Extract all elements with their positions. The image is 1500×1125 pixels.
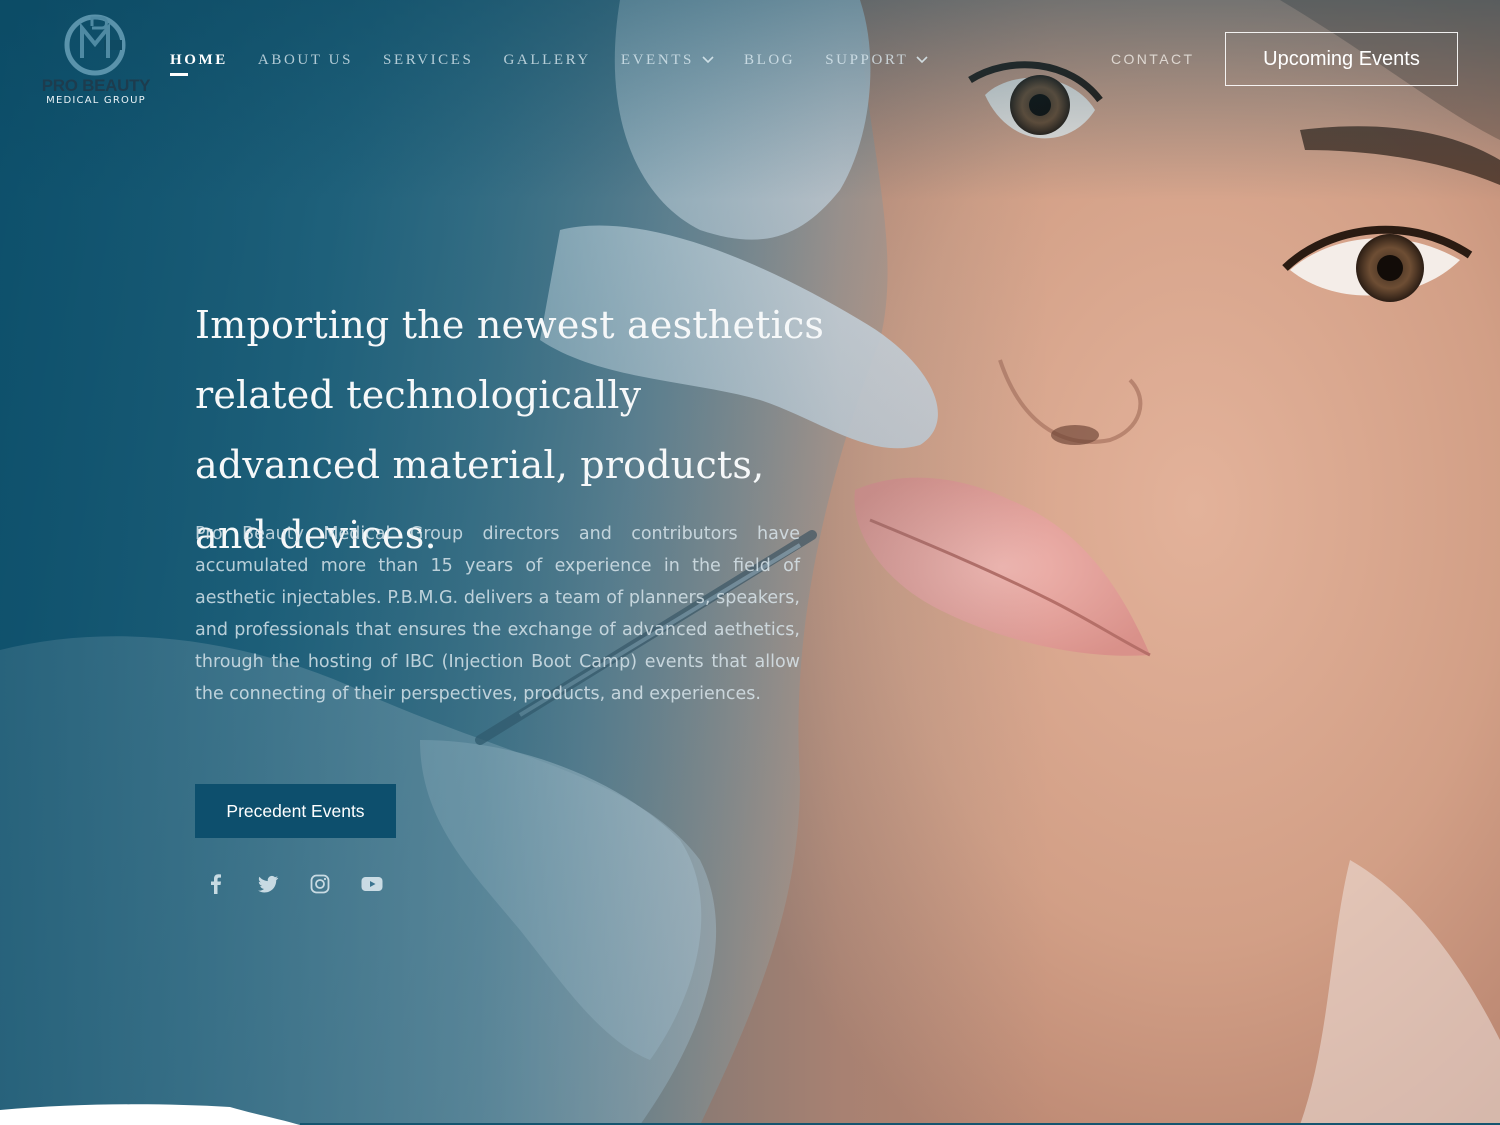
instagram-icon (310, 874, 330, 894)
youtube-icon (361, 877, 383, 891)
nav-item-gallery[interactable]: GALLERY (503, 49, 590, 71)
main-navigation: HOME ABOUT US SERVICES GALLERY EVENTS BL… (170, 49, 958, 76)
logo-tagline: MEDICAL GROUP (46, 95, 146, 106)
nav-contact-link[interactable]: CONTACT (1111, 51, 1194, 67)
precedent-events-button[interactable]: Precedent Events (195, 784, 396, 838)
youtube-link[interactable] (360, 872, 384, 896)
site-logo[interactable]: PRO BEAUTY MEDICAL GROUP (38, 12, 154, 112)
nav-item-label: BLOG (743, 51, 796, 68)
nav-item-about-us[interactable]: ABOUT US (258, 49, 353, 71)
nav-item-label: HOME (170, 51, 228, 68)
nav-item-services[interactable]: SERVICES (383, 49, 473, 71)
upcoming-events-button[interactable]: Upcoming Events (1225, 32, 1458, 86)
instagram-link[interactable] (308, 872, 332, 896)
twitter-link[interactable] (256, 872, 280, 896)
nav-item-label: SUPPORT (825, 51, 909, 68)
nav-item-label: GALLERY (503, 51, 591, 68)
facebook-link[interactable] (204, 872, 228, 896)
nav-item-blog[interactable]: BLOG (744, 49, 795, 71)
nav-item-events[interactable]: EVENTS (621, 49, 714, 71)
logo-wordmark: PRO BEAUTY (41, 76, 151, 95)
facebook-icon (211, 874, 221, 894)
nav-item-support[interactable]: SUPPORT (825, 49, 928, 71)
twitter-icon (258, 875, 279, 893)
nav-item-label: SERVICES (383, 51, 474, 68)
chevron-down-icon (702, 56, 714, 64)
logo-monogram-icon (64, 14, 126, 76)
nav-item-label: ABOUT US (257, 51, 354, 68)
nav-item-label: EVENTS (620, 51, 694, 68)
hero-intro-paragraph: Pro Beauty Medical Group directors and c… (195, 524, 800, 704)
chevron-down-icon (916, 56, 928, 64)
nav-item-home[interactable]: HOME (170, 49, 228, 76)
social-links (204, 872, 412, 896)
bottom-divider (0, 1104, 1500, 1125)
